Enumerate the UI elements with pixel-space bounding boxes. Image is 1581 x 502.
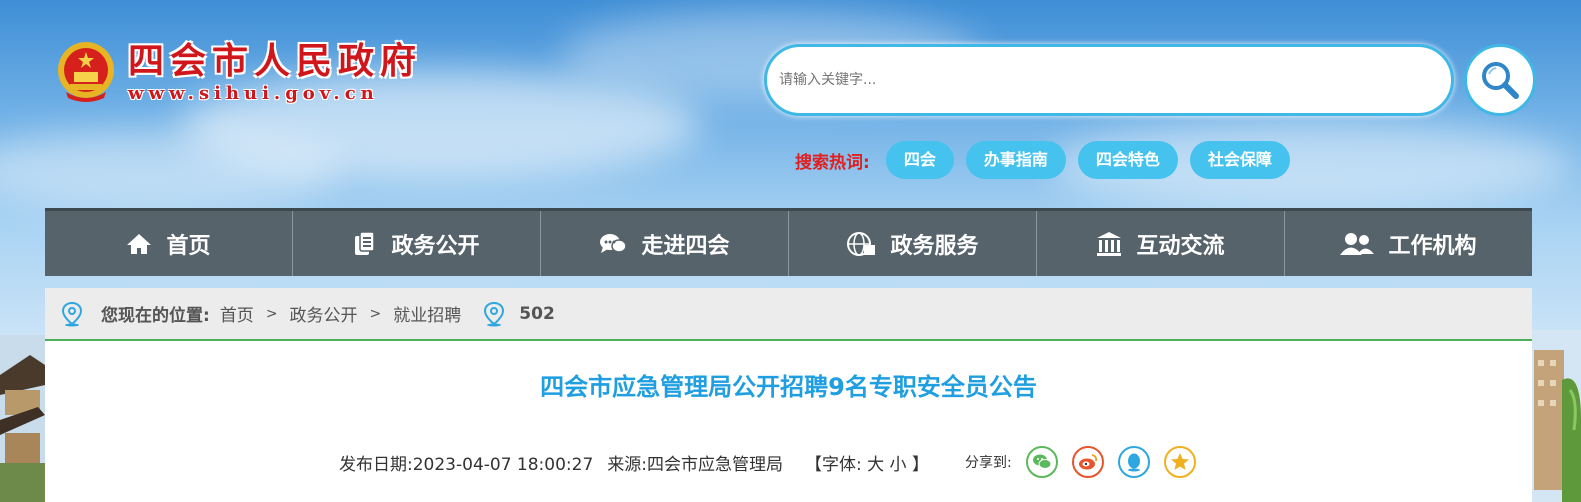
- people-icon: [1340, 232, 1375, 255]
- nav-item-about-sihui[interactable]: 走进四会: [541, 211, 789, 276]
- view-count: 502: [519, 303, 555, 324]
- location-pin-icon: [61, 301, 83, 326]
- breadcrumb-link-employment[interactable]: 就业招聘: [393, 301, 461, 326]
- search-button[interactable]: [1464, 44, 1536, 116]
- site-name: 四会市人民政府: [128, 39, 423, 82]
- content-panel: 您现在的位置: 首页 > 政务公开 > 就业招聘 502 四会市应急管理局公开招…: [45, 288, 1532, 502]
- breadcrumb: 您现在的位置: 首页 > 政务公开 > 就业招聘 502: [45, 288, 1532, 341]
- nav-item-government-services[interactable]: 政务服务: [789, 211, 1037, 276]
- article-title: 四会市应急管理局公开招聘9名专职安全员公告: [540, 373, 1037, 401]
- star-icon: [1170, 453, 1189, 470]
- weibo-share-button[interactable]: [1071, 446, 1104, 478]
- breadcrumb-link-government-affairs[interactable]: 政务公开: [290, 301, 358, 326]
- article-source: 来源:四会市应急管理局: [607, 454, 784, 475]
- breadcrumb-label: 您现在的位置:: [101, 306, 210, 326]
- search-box: [764, 44, 1454, 116]
- globe-icon: [847, 231, 876, 256]
- wechat-share-button[interactable]: [1025, 446, 1058, 478]
- weibo-icon: [1078, 454, 1097, 470]
- breadcrumb-separator: >: [265, 305, 278, 322]
- pagoda-decoration: [0, 335, 45, 502]
- nav-label: 互动交流: [1136, 233, 1225, 259]
- main-nav: 首页 政务公开 走进四会 政务服务 互动交流 工作机构: [45, 208, 1532, 276]
- hot-keywords-label: 搜索热词:: [795, 152, 870, 173]
- nav-item-interaction[interactable]: 互动交流: [1037, 211, 1285, 276]
- search-icon: [1482, 62, 1519, 99]
- qq-share-button[interactable]: [1117, 446, 1150, 478]
- city-decoration: [1532, 330, 1581, 502]
- qzone-share-button[interactable]: [1163, 446, 1196, 478]
- breadcrumb-link-home[interactable]: 首页: [220, 301, 254, 326]
- institution-icon: [1097, 231, 1122, 256]
- hot-tag[interactable]: 四会特色: [1077, 141, 1178, 179]
- qq-icon: [1127, 453, 1140, 472]
- nav-item-government-affairs[interactable]: 政务公开: [293, 211, 541, 276]
- document-icon: [355, 230, 376, 255]
- hot-tag[interactable]: 四会: [885, 141, 954, 179]
- national-emblem-icon: [58, 42, 114, 102]
- hot-tag[interactable]: 办事指南: [965, 141, 1066, 179]
- hot-keywords: 搜索热词: 四会 办事指南 四会特色 社会保障: [795, 141, 1302, 179]
- chat-icon: [600, 233, 628, 253]
- share-label: 分享到:: [964, 455, 1012, 471]
- location-pin-icon: [484, 301, 505, 326]
- nav-label: 首页: [166, 233, 211, 259]
- site-url: www.sihui.gov.cn: [128, 82, 379, 104]
- home-icon: [127, 233, 152, 254]
- hot-tag[interactable]: 社会保障: [1189, 141, 1290, 179]
- site-logo[interactable]: 四会市人民政府 www.sihui.gov.cn: [56, 40, 422, 104]
- nav-item-home[interactable]: 首页: [45, 211, 293, 276]
- nav-label: 政务公开: [391, 233, 480, 259]
- wechat-icon: [1032, 454, 1052, 469]
- nav-label: 工作机构: [1388, 233, 1477, 259]
- article-meta: 发布日期:2023-04-07 18:00:27 来源:四会市应急管理局 【字体…: [339, 446, 1210, 478]
- publish-date: 发布日期:2023-04-07 18:00:27: [339, 454, 594, 475]
- search-input[interactable]: [767, 47, 1451, 113]
- breadcrumb-separator: >: [369, 305, 382, 322]
- nav-label: 走进四会: [641, 233, 730, 259]
- font-size-control[interactable]: 【字体: 大 小 】: [805, 450, 929, 475]
- nav-label: 政务服务: [890, 233, 979, 259]
- nav-item-work-agencies[interactable]: 工作机构: [1285, 211, 1532, 276]
